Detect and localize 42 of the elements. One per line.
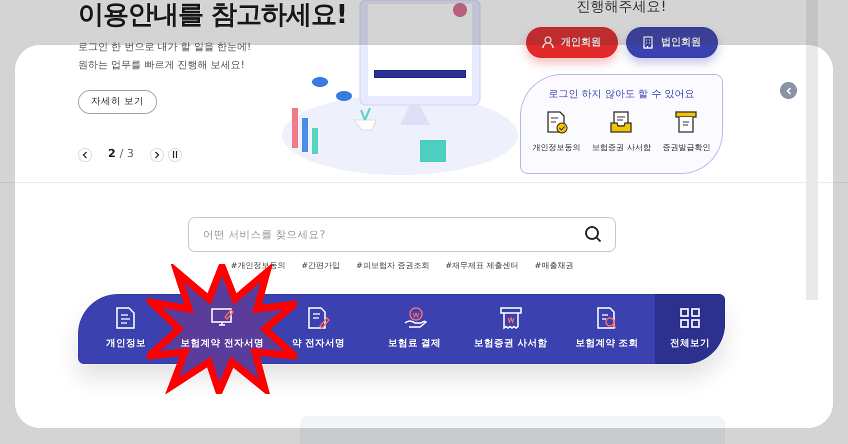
pause-button[interactable] [168, 148, 182, 162]
service-button[interactable]: 보험료 결제 [366, 294, 463, 364]
login-button[interactable]: 개인회원 [526, 27, 618, 58]
login-button[interactable]: 법인회원 [626, 27, 718, 58]
service-button[interactable]: 보험계약 조회 [558, 294, 656, 364]
pause-icon [172, 151, 178, 158]
view-all-button[interactable]: 전체보기 [655, 294, 726, 364]
tag-link[interactable]: #간편가입 [301, 260, 340, 272]
guest-link[interactable]: 보험증권 사서함 [592, 110, 651, 154]
document-check-icon [544, 110, 569, 134]
guest-title: 로그인 하지 않아도 할 수 있어요 [548, 88, 696, 102]
chevron-left-icon [786, 86, 792, 94]
more-button[interactable]: 자세히 보기 [78, 90, 158, 114]
receipt-icon [674, 110, 698, 134]
hero-text: 로그인 한 번으로 내가 할 일을 한눈에! [78, 41, 252, 56]
tag-link[interactable]: #매출채권 [534, 260, 574, 272]
receipt-icon [498, 306, 523, 330]
grid-icon [678, 306, 702, 330]
tag-link[interactable]: #개인정보동의 [230, 260, 286, 272]
page-current: 2 [108, 146, 116, 162]
login-heading: 진행해주세요! [576, 0, 666, 17]
document-tray-icon [609, 110, 634, 134]
tag-link[interactable]: #재무제표 제출센터 [445, 260, 519, 272]
hero-headline: 이용안내를 참고하세요! [78, 0, 347, 32]
search-icon [584, 225, 602, 243]
hand-coin-icon [402, 306, 427, 330]
hero-text: 원하는 업무를 빠르게 진행해 보세요! [78, 58, 246, 73]
document-search-icon [594, 306, 619, 330]
previous-button[interactable] [78, 148, 92, 162]
next-button[interactable] [150, 148, 164, 162]
search-field[interactable]: 어떤 서비스를 찾으세요? [188, 217, 616, 252]
guest-link[interactable]: 개인정보동의 [532, 110, 581, 154]
chevron-right-icon [154, 150, 160, 159]
side-toggle-button[interactable] [780, 82, 797, 99]
guest-link[interactable]: 증권발급확인 [662, 110, 710, 154]
chevron-left-icon [82, 150, 88, 159]
page-total: / 3 [120, 146, 134, 162]
building-icon [642, 36, 654, 49]
service-button[interactable]: 보험증권 사서함 [462, 294, 559, 364]
document-pen-icon [306, 306, 330, 330]
tag-link[interactable]: #피보험자 증권조회 [356, 260, 430, 272]
person-icon [542, 36, 554, 49]
